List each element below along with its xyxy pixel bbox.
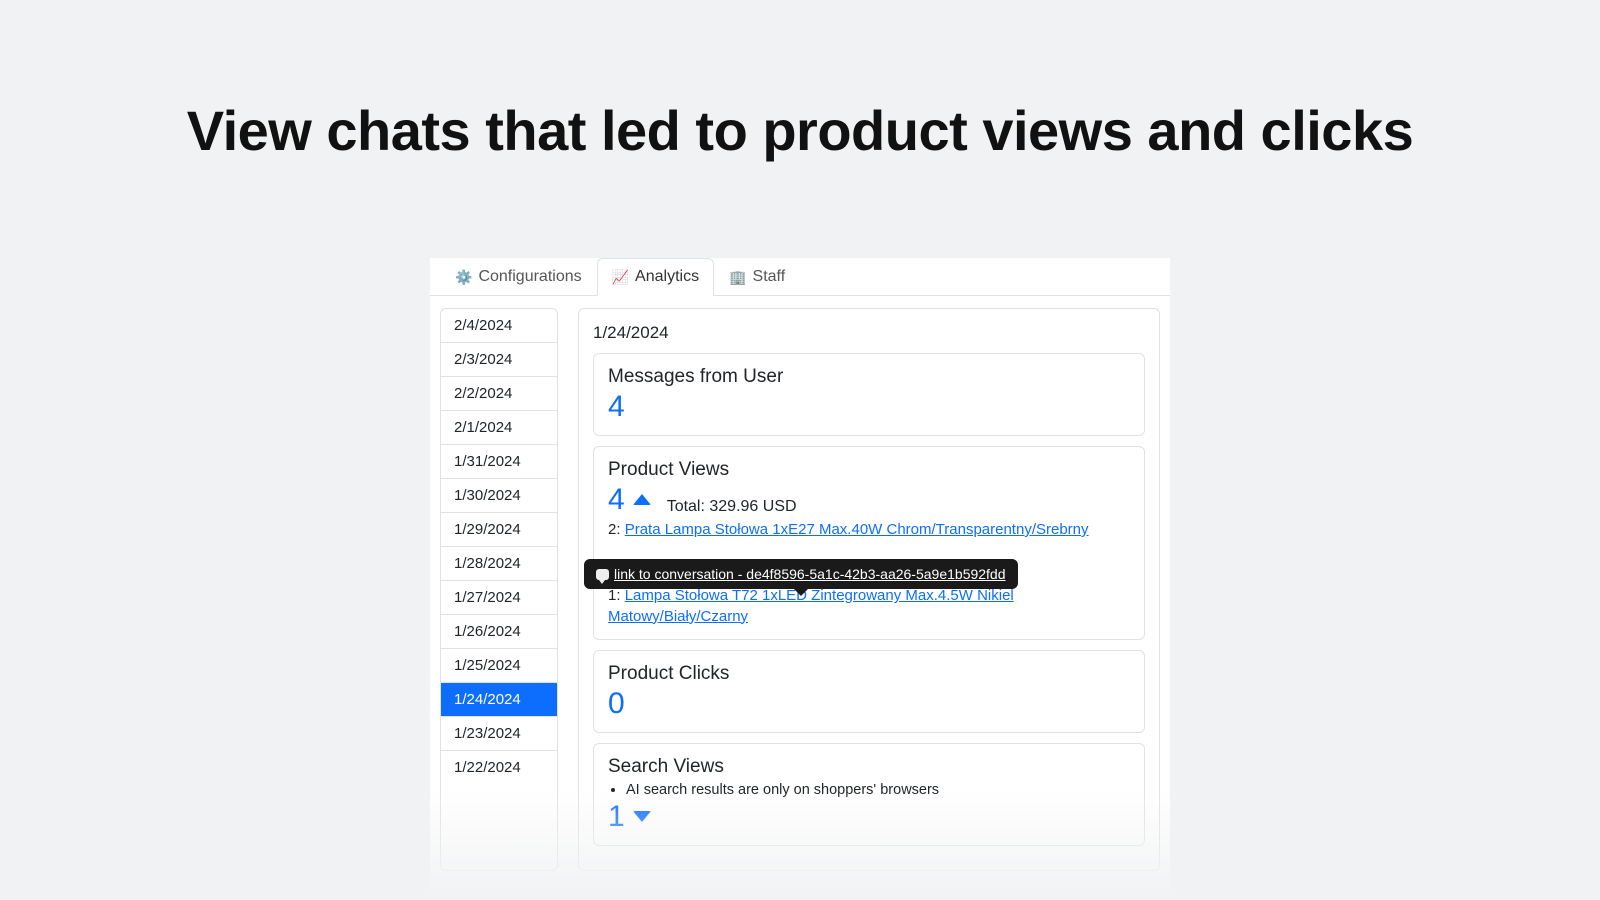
tab-label: Configurations (478, 268, 581, 286)
tab-label: Staff (753, 268, 786, 286)
date-item[interactable]: 1/28/2024 (441, 547, 557, 581)
date-list: 2/4/20242/3/20242/2/20242/1/20241/31/202… (440, 308, 558, 871)
product-item: 2: Prata Lampa Stołowa 1xE27 Max.40W Chr… (608, 520, 1130, 540)
card-search-views: Search Views AI search results are only … (593, 743, 1145, 846)
detail-panel: 1/24/2024 Messages from User 4 Product V… (578, 308, 1160, 871)
page-title: View chats that led to product views and… (0, 0, 1600, 163)
card-product-views: Product Views 4 Total: 329.96 USD 2: Pra… (593, 446, 1145, 640)
caret-down-icon (633, 811, 651, 822)
date-item[interactable]: 1/29/2024 (441, 513, 557, 547)
product-link[interactable]: Lampa Stołowa T72 1xLED Zintegrowany Max… (608, 587, 1014, 624)
tab-configurations[interactable]: ⚙️ Configurations (440, 258, 597, 296)
date-item[interactable]: 2/3/2024 (441, 343, 557, 377)
card-product-clicks: Product Clicks 0 (593, 650, 1145, 733)
card-title: Messages from User (608, 366, 1130, 388)
date-item[interactable]: 1/23/2024 (441, 717, 557, 751)
gear-icon: ⚙️ (455, 269, 472, 286)
card-title: Product Clicks (608, 663, 1130, 685)
chat-icon (596, 569, 609, 580)
caret-up-icon (633, 494, 651, 505)
date-item[interactable]: 2/4/2024 (441, 309, 557, 343)
product-clicks-count: 0 (608, 687, 625, 720)
tabs: ⚙️ Configurations 📈 Analytics 🏢 Staff (430, 258, 1170, 296)
tab-label: Analytics (635, 268, 699, 286)
product-link[interactable]: Prata Lampa Stołowa 1xE27 Max.40W Chrom/… (625, 521, 1089, 538)
search-views-count[interactable]: 1 (608, 800, 651, 833)
building-icon: 🏢 (729, 269, 746, 286)
date-item[interactable]: 1/24/2024 (441, 683, 557, 717)
app-frame: ⚙️ Configurations 📈 Analytics 🏢 Staff 2/… (430, 258, 1170, 900)
date-item[interactable]: 1/22/2024 (441, 751, 557, 784)
detail-date: 1/24/2024 (593, 323, 1145, 343)
product-views-total: Total: 329.96 USD (667, 498, 797, 516)
conversation-tooltip[interactable]: link to conversation - de4f8596-5a1c-42b… (584, 559, 1018, 589)
date-item[interactable]: 1/27/2024 (441, 581, 557, 615)
product-views-count[interactable]: 4 (608, 483, 651, 516)
card-messages: Messages from User 4 (593, 353, 1145, 436)
content-area: 2/4/20242/3/20242/2/20242/1/20241/31/202… (430, 296, 1170, 883)
date-item[interactable]: 2/1/2024 (441, 411, 557, 445)
date-item[interactable]: 1/26/2024 (441, 615, 557, 649)
date-item[interactable]: 1/25/2024 (441, 649, 557, 683)
tab-analytics[interactable]: 📈 Analytics (597, 258, 714, 296)
card-title: Product Views (608, 459, 1130, 481)
date-item[interactable]: 2/2/2024 (441, 377, 557, 411)
search-note: AI search results are only on shoppers' … (626, 782, 1130, 798)
product-item: 1: Lampa Stołowa T72 1xLED Zintegrowany … (608, 586, 1130, 627)
chart-icon: 📈 (612, 269, 629, 286)
tab-staff[interactable]: 🏢 Staff (714, 258, 800, 296)
card-title: Search Views (608, 756, 1130, 778)
date-item[interactable]: 1/30/2024 (441, 479, 557, 513)
messages-count: 4 (608, 390, 625, 423)
date-item[interactable]: 1/31/2024 (441, 445, 557, 479)
